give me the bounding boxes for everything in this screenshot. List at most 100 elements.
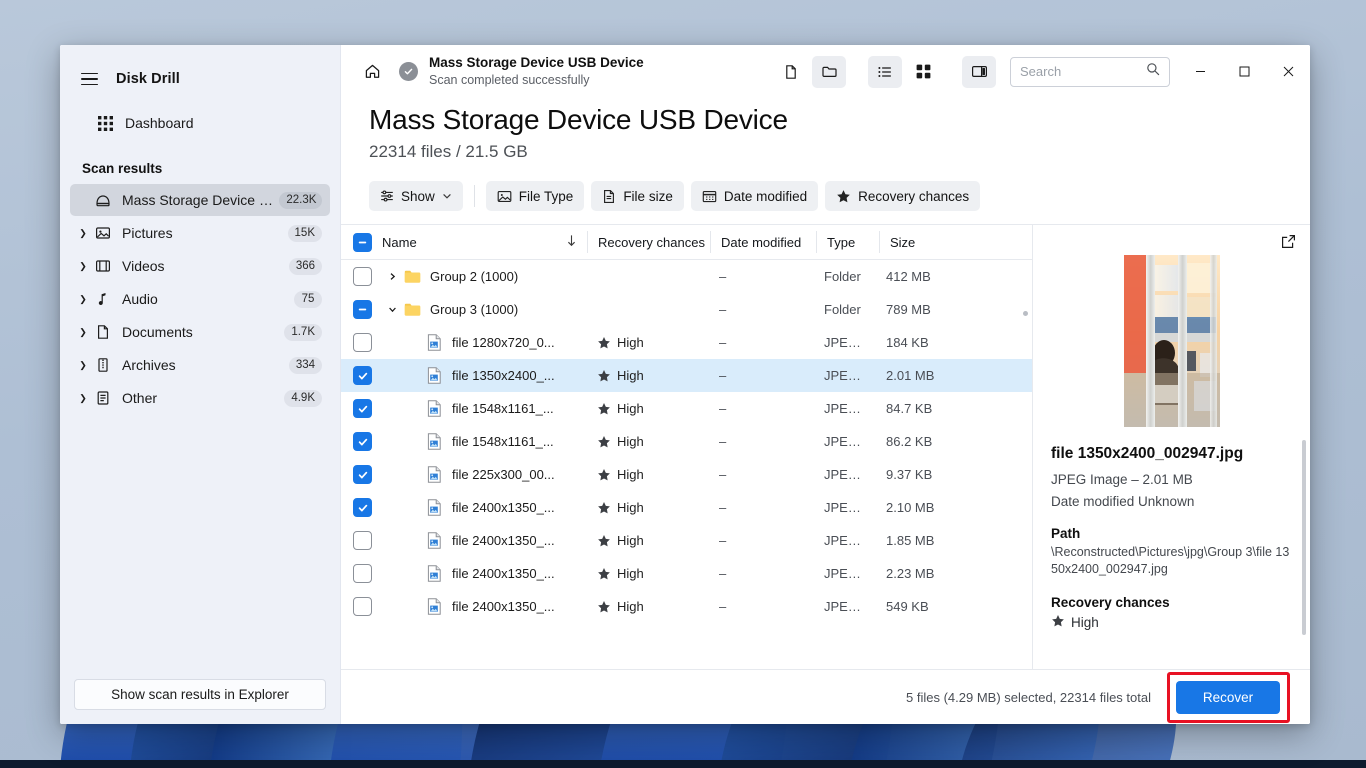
row-name-cell: file 1548x1161_...	[372, 433, 587, 450]
row-recovery-cell: High	[587, 335, 709, 350]
file-view-icon[interactable]	[774, 56, 808, 88]
scan-status: Mass Storage Device USB Device Scan comp…	[399, 55, 644, 88]
row-size-cell: 412 MB	[876, 269, 956, 284]
row-name-cell: file 1548x1161_...	[372, 400, 587, 417]
row-recovery-value: High	[617, 368, 644, 383]
chevron-right-icon[interactable]: ❯	[74, 294, 92, 305]
chevron-right-icon[interactable]: ❯	[74, 228, 92, 239]
sidebar-item-videos[interactable]: ❯ Videos 366	[70, 250, 330, 282]
table-scrollbar[interactable]	[1023, 311, 1028, 316]
filter-recovery-chances-button[interactable]: Recovery chances	[825, 181, 980, 211]
star-icon	[597, 567, 611, 581]
chevron-down-icon[interactable]	[382, 305, 402, 314]
document-icon	[602, 189, 616, 204]
chevron-right-icon[interactable]: ❯	[74, 360, 92, 371]
preview-file-name: file 1350x2400_002947.jpg	[1051, 444, 1292, 463]
close-icon[interactable]	[1266, 45, 1310, 98]
sidebar-item-pictures[interactable]: ❯ Pictures 15K	[70, 217, 330, 249]
sidebar-item-mass-storage[interactable]: › Mass Storage Device U... 22.3K	[70, 184, 330, 216]
search-icon[interactable]	[1146, 62, 1160, 81]
sidebar-top: Disk Drill Dashboard Scan results	[60, 45, 340, 419]
show-dropdown-button[interactable]: Show	[369, 181, 463, 211]
column-header-name[interactable]: Name	[372, 234, 587, 250]
table-row[interactable]: Group 3 (1000)–Folder789 MB	[341, 293, 1032, 326]
table-row[interactable]: file 225x300_00...High–JPEG Im...9.37 KB	[341, 458, 1032, 491]
table-row[interactable]: Group 2 (1000)–Folder412 MB	[341, 260, 1032, 293]
search-input[interactable]	[1020, 64, 1146, 79]
row-checkbox[interactable]	[353, 399, 372, 418]
row-checkbox[interactable]	[353, 300, 372, 319]
table-row[interactable]: file 2400x1350_...High–JPEG Im...549 KB	[341, 590, 1032, 623]
column-header-size[interactable]: Size	[880, 235, 960, 250]
scan-title: Mass Storage Device USB Device	[429, 55, 644, 72]
row-recovery-value: High	[617, 533, 644, 548]
filter-date-modified-button[interactable]: Date modified	[691, 181, 818, 211]
table-row[interactable]: file 2400x1350_...High–JPEG Im...2.10 MB	[341, 491, 1032, 524]
sidebar-item-other[interactable]: ❯ Other 4.9K	[70, 382, 330, 414]
jpeg-file-icon	[424, 400, 444, 417]
jpeg-file-icon	[424, 565, 444, 582]
jpeg-file-icon	[424, 334, 444, 351]
row-size-cell: 184 KB	[876, 335, 956, 350]
chip-label: File Type	[519, 189, 574, 204]
table-row[interactable]: file 2400x1350_...High–JPEG Im...1.85 MB	[341, 524, 1032, 557]
row-checkbox[interactable]	[353, 333, 372, 352]
grid-view-icon[interactable]	[906, 56, 940, 88]
row-checkbox[interactable]	[353, 498, 372, 517]
row-checkbox[interactable]	[353, 465, 372, 484]
sidebar-item-archives[interactable]: ❯ Archives 334	[70, 349, 330, 381]
preview-date-modified: Date modified Unknown	[1051, 494, 1292, 509]
row-checkbox[interactable]	[353, 432, 372, 451]
chevron-right-icon[interactable]: ❯	[74, 393, 92, 404]
chevron-right-icon[interactable]: ❯	[74, 261, 92, 272]
table-row[interactable]: file 1280x720_0...High–JPEG Im...184 KB	[341, 326, 1032, 359]
table-row[interactable]: file 1548x1161_...High–JPEG Im...86.2 KB	[341, 425, 1032, 458]
hamburger-menu-icon[interactable]	[81, 73, 98, 86]
row-file-name: file 1548x1161_...	[452, 401, 554, 416]
row-type-cell: JPEG Im...	[814, 401, 876, 416]
sidebar-item-audio[interactable]: ❯ Audio 75	[70, 283, 330, 315]
filter-file-type-button[interactable]: File Type	[486, 181, 585, 211]
row-size-cell: 2.01 MB	[876, 368, 956, 383]
maximize-icon[interactable]	[1222, 45, 1266, 98]
chevron-right-icon[interactable]	[382, 272, 402, 281]
folder-view-icon[interactable]	[812, 56, 846, 88]
preview-panel-icon[interactable]	[962, 56, 996, 88]
open-external-icon[interactable]	[1281, 234, 1296, 254]
filter-file-size-button[interactable]: File size	[591, 181, 684, 211]
table-row[interactable]: file 1548x1161_...High–JPEG Im...84.7 KB	[341, 392, 1032, 425]
row-checkbox[interactable]	[353, 564, 372, 583]
check-circle-icon	[399, 62, 418, 81]
row-type-cell: JPEG Im...	[814, 335, 876, 350]
table-row[interactable]: file 2400x1350_...High–JPEG Im...2.23 MB	[341, 557, 1032, 590]
row-checkbox[interactable]	[353, 597, 372, 616]
row-checkbox[interactable]	[353, 531, 372, 550]
jpeg-file-icon	[424, 499, 444, 516]
table-row[interactable]: file 1350x2400_...High–JPEG Im...2.01 MB	[341, 359, 1032, 392]
preview-scrollbar[interactable]	[1302, 440, 1306, 635]
scan-status-text: Mass Storage Device USB Device Scan comp…	[429, 55, 644, 88]
row-checkbox[interactable]	[353, 267, 372, 286]
chevron-right-icon[interactable]: ❯	[74, 327, 92, 338]
recover-button[interactable]: Recover	[1176, 681, 1280, 714]
home-icon[interactable]	[355, 56, 389, 88]
column-header-recovery-chances[interactable]: Recovery chances	[588, 235, 710, 250]
show-scan-results-in-explorer-button[interactable]: Show scan results in Explorer	[74, 679, 326, 710]
row-checkbox[interactable]	[353, 366, 372, 385]
preview-path-value: \Reconstructed\Pictures\jpg\Group 3\file…	[1051, 544, 1292, 578]
minimize-icon[interactable]	[1178, 45, 1222, 98]
row-date-cell: –	[709, 467, 814, 482]
list-view-icon[interactable]	[868, 56, 902, 88]
row-date-cell: –	[709, 500, 814, 515]
sidebar-item-count: 22.3K	[279, 192, 322, 209]
sidebar-item-count: 366	[289, 258, 322, 275]
row-size-cell: 2.23 MB	[876, 566, 956, 581]
select-all-checkbox[interactable]	[353, 233, 372, 252]
search-box[interactable]	[1010, 57, 1170, 87]
sidebar-item-documents[interactable]: ❯ Documents 1.7K	[70, 316, 330, 348]
column-header-date-modified[interactable]: Date modified	[711, 235, 816, 250]
sidebar-item-dashboard[interactable]: Dashboard	[70, 107, 330, 139]
column-header-type[interactable]: Type	[817, 235, 879, 250]
subway-train-interior-photo[interactable]	[1124, 255, 1220, 427]
title-bar: Mass Storage Device USB Device Scan comp…	[341, 45, 1310, 98]
